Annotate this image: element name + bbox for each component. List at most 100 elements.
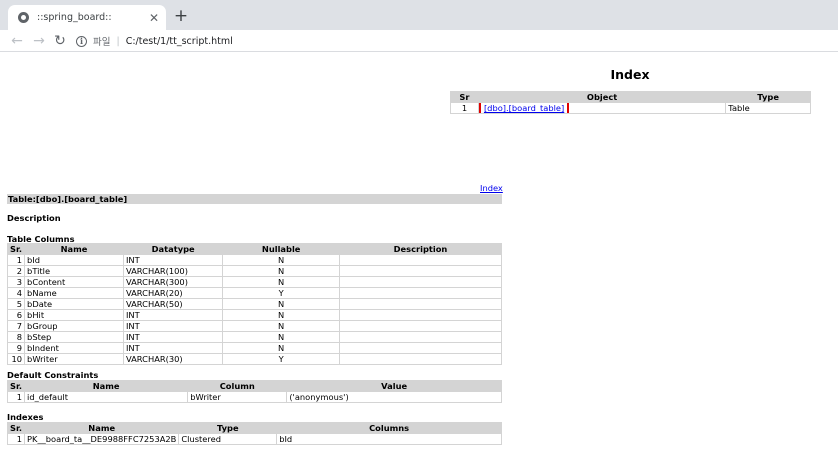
column-sr: 5 (6, 298, 26, 310)
address-bar[interactable]: i 파일 | C:/test/1/tt_script.html (76, 31, 830, 51)
table-row: 1 [dbo].[board_table] Table (450, 102, 811, 114)
index-header-object: Object (477, 91, 727, 103)
table-title-bar: Table:[dbo].[board_table] (7, 194, 502, 204)
tab-spring-board[interactable]: ::spring_board:: ✕ (8, 5, 166, 30)
indexes-header-sr: Sr. (6, 422, 26, 434)
column-datatype: INT (122, 254, 224, 266)
indexes-header-columns: Columns (276, 422, 502, 434)
column-datatype: INT (122, 320, 224, 332)
column-nullable: N (222, 254, 340, 266)
index-header-type: Type (725, 91, 811, 103)
column-description (338, 254, 503, 266)
table-columns-table: Sr. Name Datatype Nullable Description 1… (6, 243, 503, 365)
column-description (338, 320, 503, 332)
index-row-sr: 1 (450, 102, 479, 114)
table-row: 1 id_default bWriter ('anonymous') (6, 391, 502, 403)
column-nullable: N (222, 276, 340, 288)
column-sr: 10 (6, 353, 26, 365)
column-datatype: VARCHAR(50) (122, 298, 224, 310)
column-name: bHit (24, 309, 124, 321)
column-description (338, 353, 503, 365)
column-datatype: VARCHAR(20) (122, 287, 224, 299)
column-nullable: N (222, 309, 340, 321)
column-nullable: N (222, 265, 340, 277)
table-row: 8 bStep INT N (6, 331, 503, 343)
column-name: bContent (24, 276, 124, 288)
column-name: bDate (24, 298, 124, 310)
info-icon[interactable]: i (76, 35, 87, 47)
columns-header-description: Description (338, 243, 503, 255)
constraint-name: id_default (24, 391, 189, 403)
table-row: 1 PK__board_ta__DE9988FFC7253A2B Cluster… (6, 433, 502, 445)
index-entry-sr: 1 (6, 433, 26, 445)
table-row: 9 bIndent INT N (6, 342, 503, 354)
object-link-board-table[interactable]: [dbo].[board_table] (484, 104, 564, 113)
indexes-heading: Indexes (7, 412, 44, 422)
column-description (338, 265, 503, 277)
column-description (338, 342, 503, 354)
forward-arrow-icon[interactable]: → (30, 32, 48, 50)
column-name: bWriter (24, 353, 124, 365)
index-header-sr: Sr (450, 91, 479, 103)
page-content: Index Sr Object Type 1 [dbo].[board_tabl… (0, 53, 838, 453)
columns-header-datatype: Datatype (122, 243, 224, 255)
index-table: Sr Object Type 1 [dbo].[board_table] Tab… (450, 91, 811, 114)
table-row: 1 bId INT N (6, 254, 503, 266)
globe-icon (18, 12, 29, 23)
column-name: bIndent (24, 342, 124, 354)
column-sr: 9 (6, 342, 26, 354)
column-nullable: N (222, 342, 340, 354)
new-tab-button[interactable]: + (172, 7, 190, 25)
indexes-header-type: Type (178, 422, 278, 434)
table-row: 6 bHit INT N (6, 309, 503, 321)
column-datatype: VARCHAR(100) (122, 265, 224, 277)
column-sr: 1 (6, 254, 26, 266)
index-entry-name: PK__board_ta__DE9988FFC7253A2B (24, 433, 180, 445)
column-nullable: Y (222, 287, 340, 299)
column-name: bGroup (24, 320, 124, 332)
constraint-sr: 1 (6, 391, 26, 403)
column-nullable: Y (222, 353, 340, 365)
column-name: bStep (24, 331, 124, 343)
column-datatype: VARCHAR(30) (122, 353, 224, 365)
address-protocol: 파일 (93, 37, 111, 48)
column-datatype: INT (122, 331, 224, 343)
description-heading: Description (7, 213, 61, 223)
constraint-value: ('anonymous') (286, 391, 502, 403)
columns-header-sr: Sr. (6, 243, 26, 255)
back-arrow-icon[interactable]: ← (8, 32, 26, 50)
column-nullable: N (222, 331, 340, 343)
column-nullable: N (222, 320, 340, 332)
index-entry-columns: bId (276, 433, 502, 445)
default-constraints-heading: Default Constraints (7, 370, 99, 380)
default-constraints-table: Sr. Name Column Value 1 id_default bWrit… (6, 380, 502, 403)
highlight-box: [dbo].[board_table] (479, 103, 570, 113)
column-sr: 3 (6, 276, 26, 288)
address-url[interactable]: C:/test/1/tt_script.html (126, 36, 233, 47)
column-name: bTitle (24, 265, 124, 277)
constraints-header-name: Name (24, 380, 189, 392)
constraints-header-column: Column (187, 380, 288, 392)
table-row: 5 bDate VARCHAR(50) N (6, 298, 503, 310)
close-icon[interactable]: ✕ (146, 10, 162, 26)
column-sr: 8 (6, 331, 26, 343)
indexes-table: Sr. Name Type Columns 1 PK__board_ta__DE… (6, 422, 502, 445)
browser-toolbar: ← → ↻ i 파일 | C:/test/1/tt_script.html (0, 30, 838, 52)
column-datatype: VARCHAR(300) (122, 276, 224, 288)
column-sr: 7 (6, 320, 26, 332)
table-row: 10 bWriter VARCHAR(30) Y (6, 353, 503, 365)
table-row: 4 bName VARCHAR(20) Y (6, 287, 503, 299)
constraints-header-value: Value (286, 380, 502, 392)
index-entry-type: Clustered (178, 433, 278, 445)
tab-strip: ::spring_board:: ✕ + (0, 0, 838, 30)
column-datatype: INT (122, 309, 224, 321)
reload-icon[interactable]: ↻ (51, 32, 69, 50)
tab-title: ::spring_board:: (37, 12, 112, 23)
column-description (338, 276, 503, 288)
constraint-column: bWriter (187, 391, 288, 403)
column-description (338, 298, 503, 310)
column-sr: 6 (6, 309, 26, 321)
index-title: Index (610, 67, 650, 82)
table-row: 2 bTitle VARCHAR(100) N (6, 265, 503, 277)
index-link[interactable]: Index (480, 183, 503, 193)
